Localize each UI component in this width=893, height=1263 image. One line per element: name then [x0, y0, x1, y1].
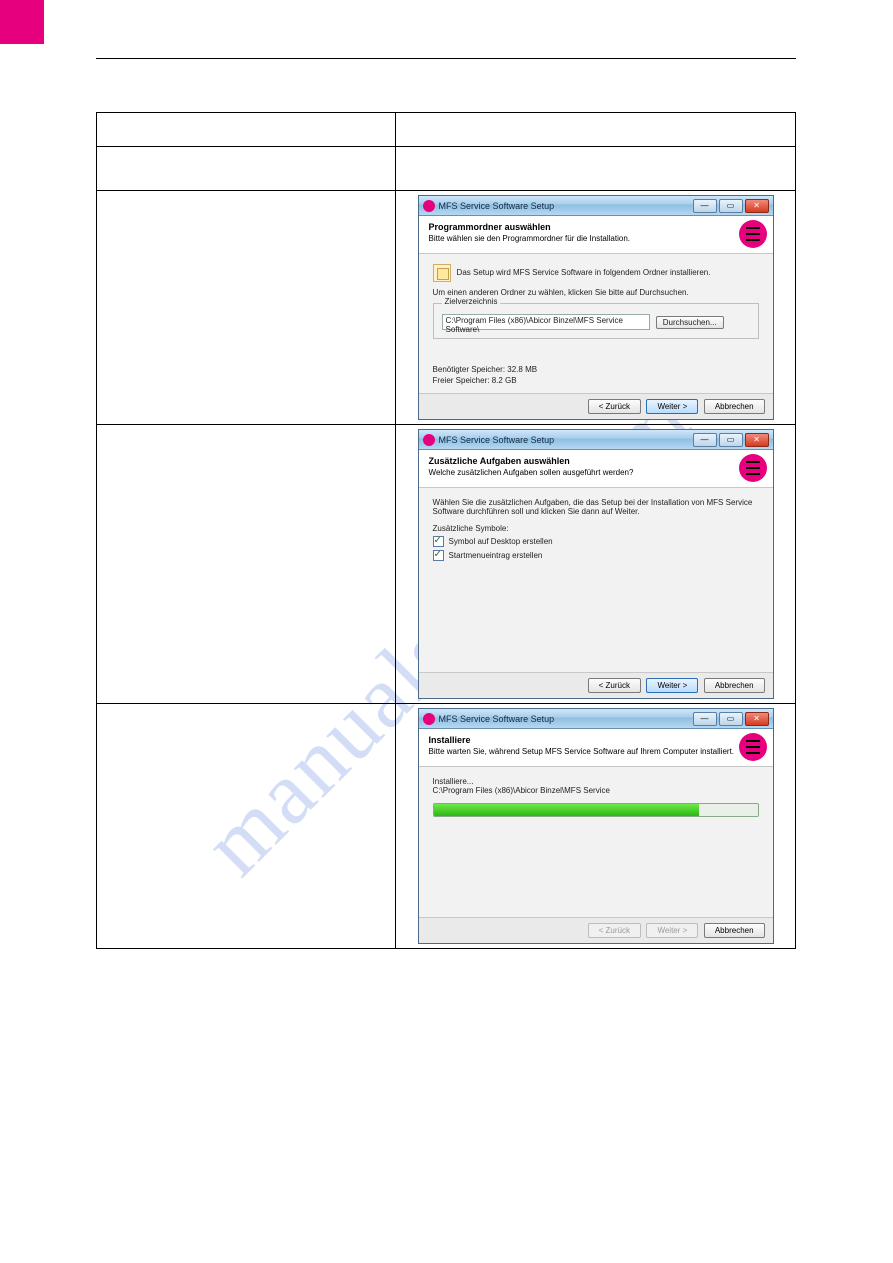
required-space-value: 32.8 MB [507, 365, 537, 374]
installer-window-3: MFS Service Software Setup — ▭ ✕ Install… [418, 708, 774, 944]
wizard-header: Zusätzliche Aufgaben auswählen Welche zu… [419, 450, 773, 488]
cell-desc-2 [97, 425, 396, 704]
desktop-shortcut-label: Symbol auf Desktop erstellen [449, 537, 553, 546]
content-table: MFS Service Software Setup — ▭ ✕ Program… [96, 112, 796, 949]
app-icon [423, 200, 435, 212]
wizard-header-subtitle: Bitte warten Sie, während Setup MFS Serv… [429, 747, 763, 756]
groupbox-label: Zielverzeichnis [442, 297, 501, 306]
back-button[interactable]: < Zurück [588, 399, 641, 414]
cancel-button[interactable]: Abbrechen [704, 923, 765, 938]
next-button[interactable]: Weiter > [646, 678, 698, 693]
brand-logo-icon [739, 220, 767, 248]
progress-fill [434, 804, 700, 816]
next-button: Weiter > [646, 923, 698, 938]
app-icon [423, 434, 435, 446]
brand-logo-icon [739, 733, 767, 761]
installer-window-1: MFS Service Software Setup — ▭ ✕ Program… [418, 195, 774, 420]
disk-space-info: Benötigter Speicher: 32.8 MB Freier Spei… [433, 365, 759, 385]
cancel-button[interactable]: Abbrechen [704, 399, 765, 414]
next-button[interactable]: Weiter > [646, 399, 698, 414]
body-text-2: Um einen anderen Ordner zu wählen, klick… [433, 288, 759, 297]
startmenu-entry-label: Startmenueintrag erstellen [449, 551, 543, 560]
close-button[interactable]: ✕ [745, 199, 769, 213]
cell-desc-3 [97, 704, 396, 949]
installer-window-2: MFS Service Software Setup — ▭ ✕ Zusätzl… [418, 429, 774, 699]
cell-shot-3: MFS Service Software Setup — ▭ ✕ Install… [396, 704, 796, 949]
desktop-shortcut-checkbox[interactable] [433, 536, 444, 547]
body-text-1: Das Setup wird MFS Service Software in f… [457, 268, 711, 277]
wizard-button-bar: < Zurück Weiter > Abbrechen [419, 917, 773, 943]
brand-logo-icon [739, 454, 767, 482]
minimize-button[interactable]: — [693, 712, 717, 726]
free-space-label: Freier Speicher: [433, 376, 490, 385]
page-corner-tab [0, 0, 44, 44]
titlebar[interactable]: MFS Service Software Setup — ▭ ✕ [419, 196, 773, 216]
progress-bar [433, 803, 759, 817]
wizard-header-title: Programmordner auswählen [429, 222, 763, 232]
cell-shot-1: MFS Service Software Setup — ▭ ✕ Program… [396, 191, 796, 425]
wizard-header: Programmordner auswählen Bitte wählen si… [419, 216, 773, 254]
install-status-label: Installiere... [433, 777, 759, 786]
back-button: < Zurück [588, 923, 641, 938]
body-text-1: Wählen Sie die zusätzlichen Aufgaben, di… [433, 498, 759, 516]
maximize-button[interactable]: ▭ [719, 199, 743, 213]
minimize-button[interactable]: — [693, 199, 717, 213]
cell-blank-2a [97, 147, 396, 191]
wizard-body: Installiere... C:\Program Files (x86)\Ab… [419, 767, 773, 917]
wizard-header-subtitle: Bitte wählen sie den Programmordner für … [429, 234, 763, 243]
minimize-button[interactable]: — [693, 433, 717, 447]
free-space-value: 8.2 GB [492, 376, 517, 385]
titlebar[interactable]: MFS Service Software Setup — ▭ ✕ [419, 709, 773, 729]
wizard-header-subtitle: Welche zusätzlichen Aufgaben sollen ausg… [429, 468, 763, 477]
cell-blank-1b [396, 113, 796, 147]
startmenu-entry-checkbox[interactable] [433, 550, 444, 561]
window-title: MFS Service Software Setup [439, 435, 693, 445]
install-status-path: C:\Program Files (x86)\Abicor Binzel\MFS… [433, 786, 759, 795]
cell-blank-1a [97, 113, 396, 147]
window-title: MFS Service Software Setup [439, 201, 693, 211]
cell-desc-1 [97, 191, 396, 425]
cell-blank-2b [396, 147, 796, 191]
page-top-rule [96, 58, 796, 59]
back-button[interactable]: < Zurück [588, 678, 641, 693]
destination-groupbox: Zielverzeichnis C:\Program Files (x86)\A… [433, 303, 759, 339]
install-path-field[interactable]: C:\Program Files (x86)\Abicor Binzel\MFS… [442, 314, 650, 330]
maximize-button[interactable]: ▭ [719, 712, 743, 726]
wizard-header-title: Installiere [429, 735, 763, 745]
required-space-label: Benötigter Speicher: [433, 365, 506, 374]
browse-button[interactable]: Durchsuchen... [656, 316, 724, 329]
titlebar[interactable]: MFS Service Software Setup — ▭ ✕ [419, 430, 773, 450]
wizard-header-title: Zusätzliche Aufgaben auswählen [429, 456, 763, 466]
close-button[interactable]: ✕ [745, 712, 769, 726]
wizard-button-bar: < Zurück Weiter > Abbrechen [419, 672, 773, 698]
cancel-button[interactable]: Abbrechen [704, 678, 765, 693]
window-title: MFS Service Software Setup [439, 714, 693, 724]
wizard-button-bar: < Zurück Weiter > Abbrechen [419, 393, 773, 419]
checkbox-section-label: Zusätzliche Symbole: [433, 524, 759, 533]
maximize-button[interactable]: ▭ [719, 433, 743, 447]
wizard-header: Installiere Bitte warten Sie, während Se… [419, 729, 773, 767]
wizard-body: Das Setup wird MFS Service Software in f… [419, 254, 773, 393]
cell-shot-2: MFS Service Software Setup — ▭ ✕ Zusätzl… [396, 425, 796, 704]
close-button[interactable]: ✕ [745, 433, 769, 447]
wizard-body: Wählen Sie die zusätzlichen Aufgaben, di… [419, 488, 773, 672]
folder-icon [433, 264, 451, 282]
app-icon [423, 713, 435, 725]
